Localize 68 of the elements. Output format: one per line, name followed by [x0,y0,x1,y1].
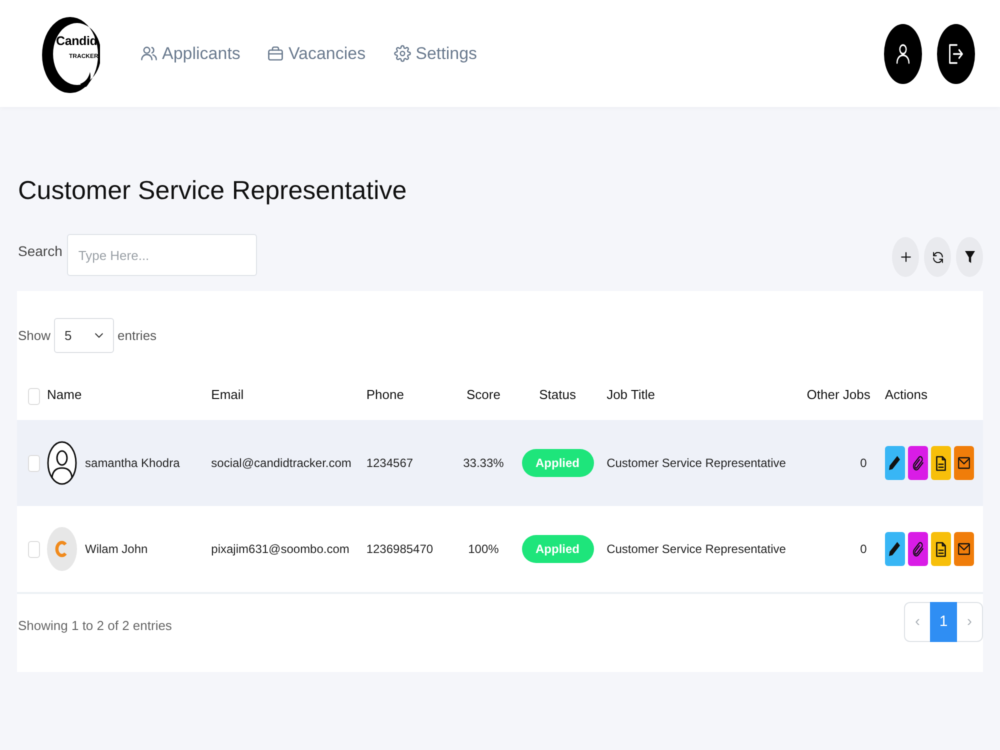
row-checkbox[interactable] [28,541,40,558]
logout-button[interactable] [937,24,975,84]
other-jobs-count: 0 [860,542,867,556]
column-header: Other Jobs [806,387,870,402]
envelope-icon [958,457,970,470]
logo-avatar-icon [47,527,78,572]
chevron-down-icon [94,333,103,338]
mail-button[interactable] [954,446,974,480]
other-jobs-count: 0 [860,456,867,470]
status-badge: Applied [522,449,594,478]
job-title: Customer Service Representative [606,456,786,470]
document-icon [936,542,946,557]
applicant-phone: 1234567 [366,456,414,470]
search-label: Search [18,242,62,262]
select-all-checkbox[interactable] [28,388,40,404]
column-header: Job Title [606,387,655,402]
paperclip-icon [912,542,924,557]
entries-info: Showing 1 to 2 of 2 entries [18,617,172,636]
entries-label: entries [118,326,157,345]
document-button[interactable] [930,532,951,566]
nav-link[interactable]: Applicants [141,40,240,66]
page-title: Customer Service Representative [18,175,408,206]
applicant-name: samantha Khodra [85,455,180,472]
filter-icon [964,251,974,264]
edit-button[interactable] [884,446,905,480]
applicant-phone: 1236985470 [366,542,434,556]
row-checkbox[interactable] [28,455,40,472]
page-button[interactable]: 1 [930,602,957,642]
filter-button[interactable] [956,237,983,278]
applicant-name: Wilam John [85,541,148,558]
column-header: Score [466,387,500,402]
attachment-button[interactable] [908,446,928,480]
edit-button[interactable] [884,532,905,566]
job-title: Customer Service Representative [606,542,786,556]
refresh-icon [932,252,942,263]
gear-icon [394,45,411,62]
document-button[interactable] [930,446,951,480]
applicant-score: 100% [468,542,499,556]
paperclip-icon [912,456,924,471]
show-label: Show [18,326,51,345]
document-icon [936,456,946,471]
mail-button[interactable] [954,532,974,566]
nav-link[interactable]: Vacancies [268,40,366,66]
envelope-icon [958,543,970,556]
logout-icon [949,44,963,64]
user-icon [896,44,910,64]
user-avatar-icon [47,441,78,486]
plus-icon [900,252,910,262]
column-header: Status [539,387,576,402]
column-header: Phone [366,387,404,402]
users-icon [141,46,157,61]
column-header: Email [211,387,244,402]
attachment-button[interactable] [908,532,928,566]
column-header: Actions [884,387,928,402]
nav-link[interactable]: Settings [394,40,478,66]
profile-button[interactable] [884,24,922,84]
applicant-score: 33.33% [463,456,504,470]
applicant-email: pixajim631@soombo.com [211,542,350,556]
pencil-icon [889,456,900,470]
refresh-button[interactable] [924,237,951,278]
status-badge: Applied [522,535,594,564]
column-header: Name [47,387,82,402]
page-size-select[interactable]: 5 [54,318,114,354]
applicant-email: social@candidtracker.com [211,456,352,470]
pencil-icon [889,542,900,556]
briefcase-icon [268,46,284,61]
brand-name: Candid [56,34,98,47]
search-field[interactable]: Type Here... [67,234,258,276]
